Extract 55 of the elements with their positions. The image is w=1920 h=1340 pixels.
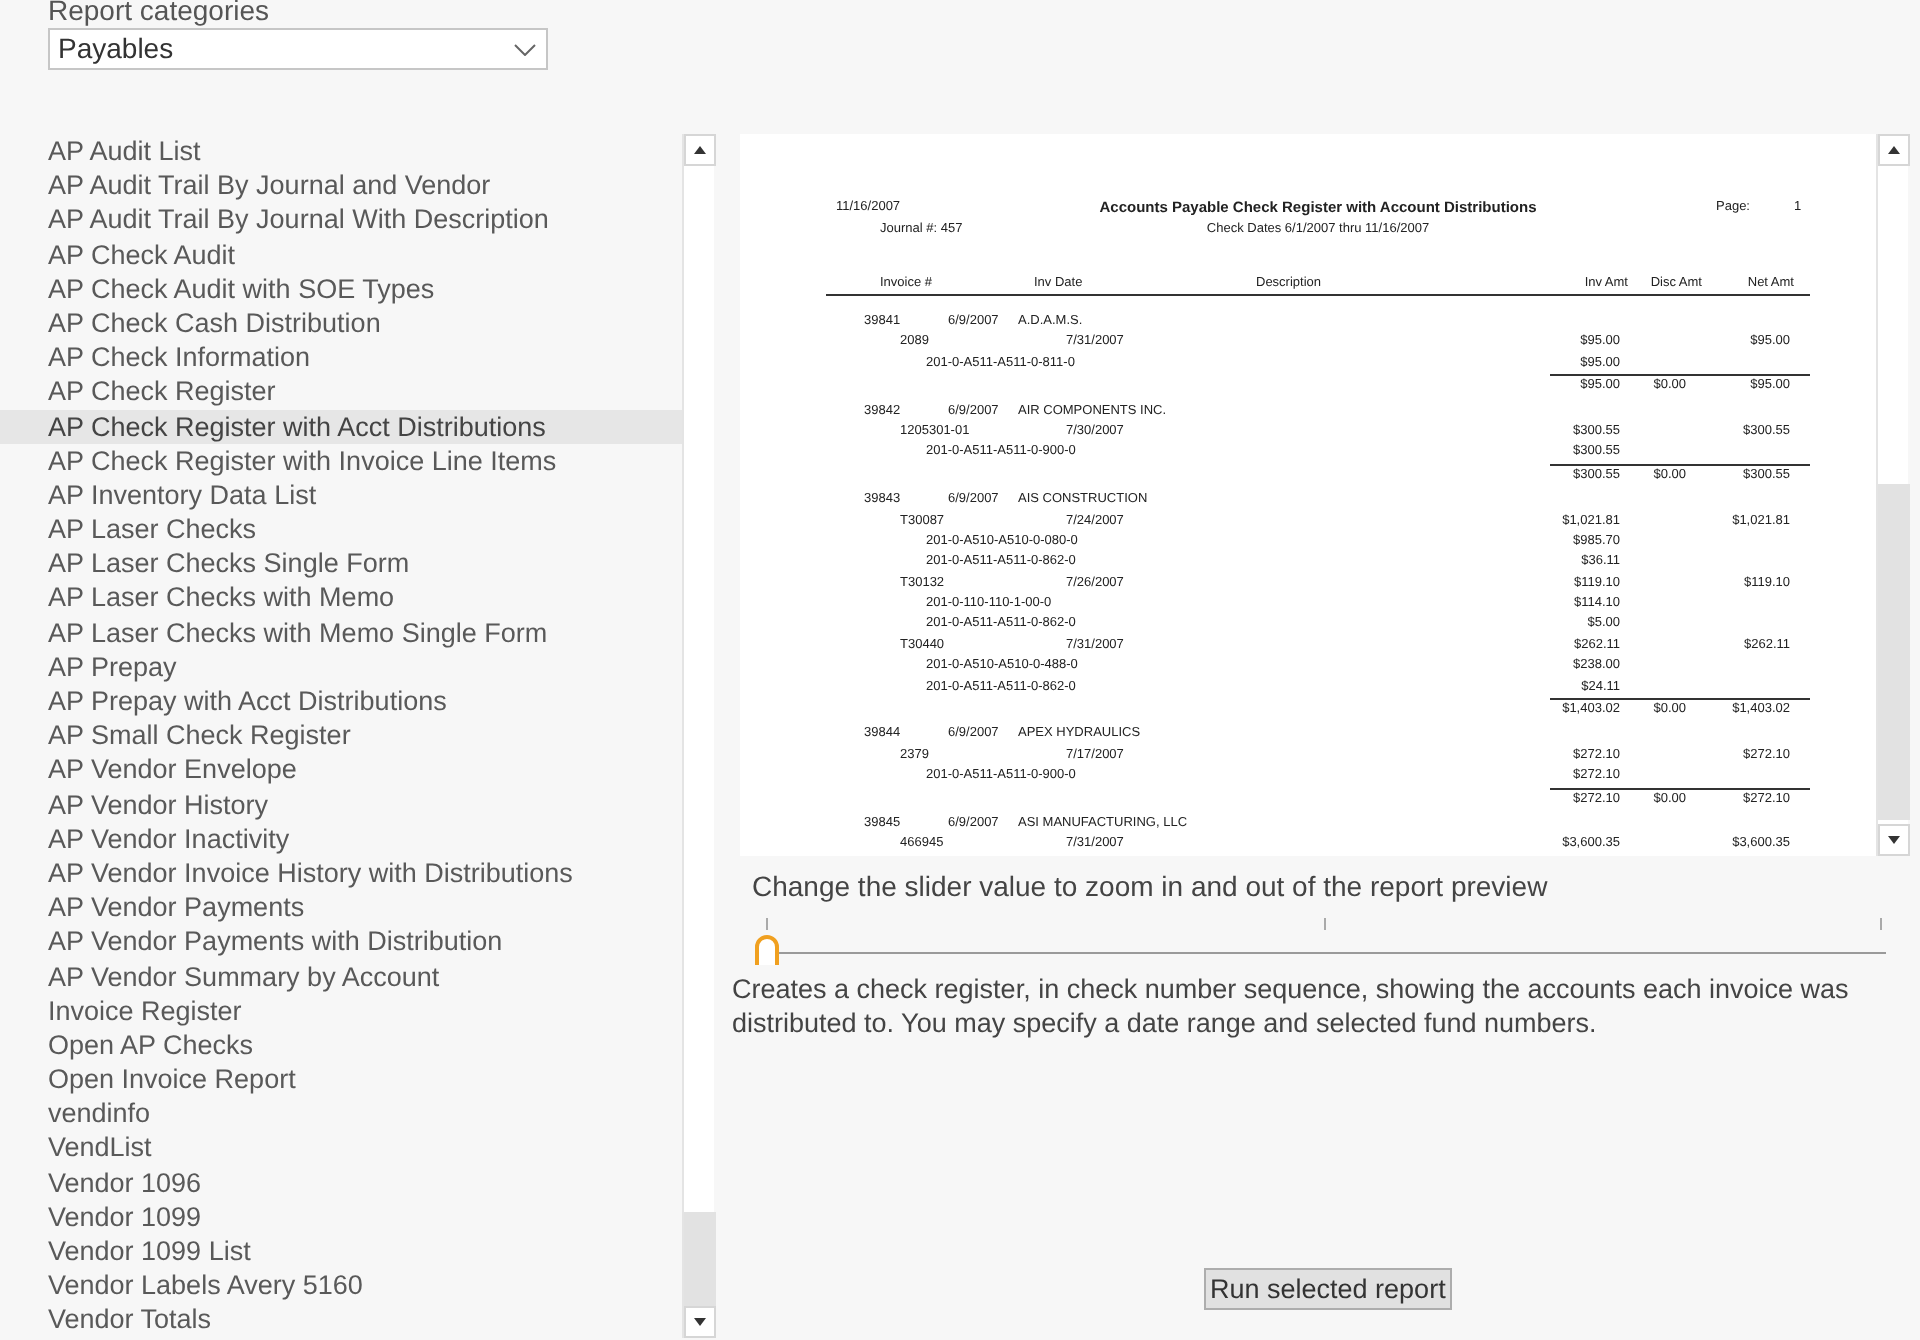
slider-thumb[interactable] bbox=[754, 934, 780, 966]
report-list-item[interactable]: Open AP Checks bbox=[0, 1027, 682, 1063]
scroll-down-button[interactable] bbox=[1878, 824, 1910, 856]
report-list-item[interactable]: AP Small Check Register bbox=[0, 718, 682, 753]
report-list-item[interactable]: AP Vendor Payments bbox=[0, 890, 682, 925]
report-list-item[interactable]: VendList bbox=[0, 1130, 682, 1166]
chevron-down-icon bbox=[514, 43, 536, 55]
report-list-item[interactable]: Vendor 1099 bbox=[0, 1199, 682, 1234]
report-list-item[interactable]: AP Check Audit with SOE Types bbox=[0, 271, 682, 306]
report-list-item[interactable]: AP Audit List bbox=[0, 134, 682, 169]
report-list-item[interactable]: AP Check Register with Acct Distributions bbox=[0, 409, 682, 444]
report-list-item[interactable]: Vendor Labels Avery 5160 bbox=[0, 1268, 682, 1303]
run-report-button[interactable]: Run selected report bbox=[1204, 1268, 1452, 1310]
scale-tick-icon bbox=[1880, 918, 1882, 930]
triangle-up-icon bbox=[694, 146, 706, 154]
report-description: Creates a check register, in check number sequence, showing the accounts each invoice was distributed to. You may specify a date range and selected fund numbers. bbox=[732, 972, 1851, 1040]
scroll-up-button[interactable] bbox=[684, 134, 716, 166]
report-list-item[interactable]: AP Laser Checks bbox=[0, 512, 682, 547]
report-list-item[interactable]: vendinfo bbox=[0, 1096, 682, 1131]
report-list-item[interactable]: Vendor 1096 bbox=[0, 1165, 682, 1200]
triangle-down-icon bbox=[694, 1318, 706, 1326]
report-list-item[interactable]: Open Invoice Report bbox=[0, 1062, 682, 1097]
report-list-item[interactable]: AP Inventory Data List bbox=[0, 477, 682, 513]
scale-tick-icon bbox=[766, 918, 768, 930]
report-list-item[interactable]: Invoice Register bbox=[0, 993, 682, 1028]
report-list-item[interactable]: AP Vendor Summary by Account bbox=[0, 959, 682, 994]
report-list-item[interactable]: Vendor Totals bbox=[0, 1302, 682, 1338]
report-list-item[interactable]: AP Check Audit bbox=[0, 237, 682, 272]
slider-caption: Change the slider value to zoom in and out of the report preview bbox=[752, 870, 1548, 902]
report-list-item[interactable]: AP Vendor Inactivity bbox=[0, 821, 682, 856]
report-list-item[interactable]: AP Vendor History bbox=[0, 787, 682, 822]
report-list-item[interactable]: AP Laser Checks Single Form bbox=[0, 546, 682, 581]
report-list-item[interactable]: AP Vendor Envelope bbox=[0, 752, 682, 788]
report-list-item[interactable]: AP Audit Trail By Journal and Vendor bbox=[0, 168, 682, 203]
report-list-item[interactable]: AP Vendor Invoice History with Distributions bbox=[0, 855, 682, 891]
report-list-item[interactable]: AP Prepay bbox=[0, 649, 682, 684]
category-dropdown[interactable]: Payables bbox=[48, 28, 548, 70]
report-list-item[interactable]: AP Vendor Payments with Distribution bbox=[0, 924, 682, 959]
report-list-item[interactable]: AP Laser Checks with Memo Single Form bbox=[0, 615, 682, 650]
report-list-item[interactable]: AP Check Register bbox=[0, 374, 682, 409]
scroll-down-button[interactable] bbox=[684, 1306, 716, 1338]
report-list-item[interactable]: AP Check Information bbox=[0, 340, 682, 375]
report-list-item[interactable]: Vendor 1099 List bbox=[0, 1234, 682, 1269]
scale-tick-icon bbox=[1323, 918, 1325, 930]
triangle-up-icon bbox=[1888, 146, 1900, 154]
scrollbar-thumb[interactable] bbox=[1878, 484, 1910, 820]
report-list-item[interactable]: AP Prepay with Acct Distributions bbox=[0, 684, 682, 719]
report-categories-label: Report categories bbox=[48, 0, 270, 26]
report-list-item[interactable]: AP Check Cash Distribution bbox=[0, 305, 682, 341]
report-list-item[interactable]: AP Check Register with Invoice Line Items bbox=[0, 443, 682, 478]
scrollbar-thumb[interactable] bbox=[684, 1212, 716, 1306]
scroll-up-button[interactable] bbox=[1878, 134, 1910, 166]
report-list-item[interactable]: AP Audit Trail By Journal With Description bbox=[0, 202, 682, 238]
report-list-item[interactable]: AP Laser Checks with Memo bbox=[0, 580, 682, 616]
triangle-down-icon bbox=[1888, 836, 1900, 844]
